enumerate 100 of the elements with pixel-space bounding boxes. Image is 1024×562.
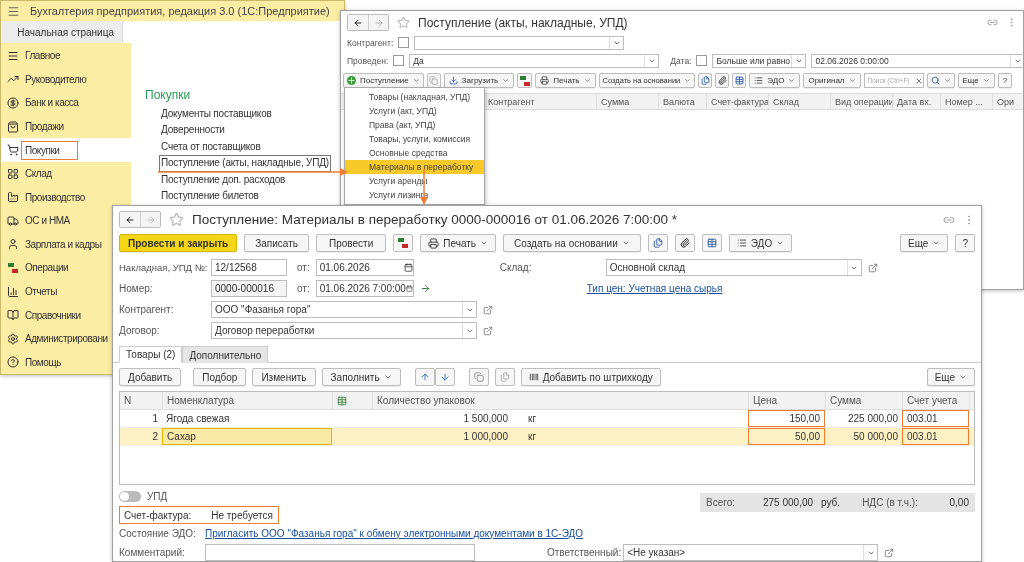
print-button[interactable]: Печать bbox=[420, 234, 496, 252]
field-label: Ответственный: bbox=[547, 547, 622, 558]
date-time-field[interactable]: 01.06.2026 7:00:00 bbox=[315, 280, 414, 297]
column-header[interactable]: Ори bbox=[992, 94, 1023, 110]
more-button[interactable]: Еще bbox=[900, 234, 949, 252]
fill-button[interactable]: Заполнить bbox=[321, 368, 401, 386]
invite-link[interactable]: Пригласить ООО "Фазанья гора" к обмену электронными документами в 1С-ЭДО bbox=[205, 527, 584, 539]
sidebar-item[interactable]: Операции bbox=[1, 256, 73, 280]
column-header[interactable]: Счет-фактура bbox=[706, 94, 768, 110]
menu-item[interactable]: Товары, услуги, комиссия bbox=[345, 132, 484, 146]
table-cell-text: 1 500,000 bbox=[462, 412, 509, 426]
window-title: Бухгалтерия предприятия, редакция 3.0 (1С:Предприятие) bbox=[30, 5, 330, 17]
sidebar-item[interactable]: Администрировани bbox=[1, 326, 112, 351]
save-button[interactable]: Записать bbox=[244, 234, 309, 252]
date-field[interactable]: 02.06.2026 0:00:00 bbox=[811, 53, 1023, 68]
nav-link[interactable]: Поступление (акты, накладные, УПД) bbox=[159, 155, 331, 172]
condition-field[interactable]: Больше или равно bbox=[712, 53, 807, 68]
table-cell: 150,00 bbox=[748, 410, 825, 427]
nav-link[interactable]: Поступление доп. расходов bbox=[159, 171, 288, 188]
field-label: от: bbox=[297, 262, 310, 273]
column-header[interactable]: N bbox=[120, 392, 162, 409]
print-button[interactable]: Печать bbox=[535, 73, 596, 88]
table-cell: 003.01 bbox=[902, 410, 969, 427]
edo-button[interactable]: ЭДО bbox=[749, 73, 801, 88]
table-cell: 50,00 bbox=[748, 428, 825, 445]
column-header[interactable]: Сумма bbox=[825, 392, 902, 409]
counterparty-field[interactable]: ООО "Фазанья гора" bbox=[211, 301, 477, 318]
sidebar-item[interactable]: ОС и НМА bbox=[1, 209, 74, 233]
column-header[interactable]: Склад bbox=[768, 94, 830, 110]
sidebar-item[interactable]: Продажи bbox=[1, 114, 68, 139]
edo-button[interactable]: ЭДО bbox=[728, 234, 793, 252]
vat-value: 0,00 bbox=[949, 497, 969, 508]
tab[interactable]: Товары (2) bbox=[119, 346, 183, 363]
column-header[interactable]: Номер ... bbox=[940, 94, 992, 110]
more-button[interactable]: Еще bbox=[957, 73, 995, 88]
original-button[interactable]: Оригинал bbox=[803, 73, 861, 88]
barcode-button[interactable]: Добавить по штрихкоду bbox=[520, 368, 661, 386]
column-header[interactable]: Количество упаковок bbox=[372, 392, 512, 409]
toggle-label: УПД bbox=[147, 491, 168, 502]
based-on-button[interactable]: Создать на основании bbox=[503, 234, 641, 252]
table-cell-text: 2 bbox=[151, 430, 159, 444]
sidebar-item[interactable]: Производство bbox=[1, 185, 89, 210]
column-header[interactable]: Цена bbox=[748, 392, 825, 409]
date-field[interactable]: 01.06.2026 bbox=[315, 259, 414, 276]
load-button[interactable]: Загрузить bbox=[443, 73, 515, 88]
field-label: Контрагент: bbox=[119, 304, 175, 315]
nav-link[interactable]: Доверенности bbox=[159, 122, 227, 139]
menu-item[interactable]: Товары (накладная, УПД) bbox=[345, 90, 484, 104]
nav-link[interactable]: Поступление билетов bbox=[159, 187, 261, 205]
warehouse-field[interactable]: Основной склад bbox=[605, 259, 862, 276]
field-label: Состояние ЭДО: bbox=[119, 527, 197, 539]
sidebar-item[interactable]: Справочники bbox=[1, 303, 85, 327]
post-and-close-button[interactable]: Провести и закрыть bbox=[119, 234, 238, 252]
menu-item[interactable]: Права (акт, УПД) bbox=[345, 118, 484, 132]
post-button[interactable]: Провести bbox=[316, 234, 387, 252]
sidebar-item[interactable]: Руководителю bbox=[1, 67, 91, 92]
table-cell-text: 50 000,00 bbox=[852, 430, 899, 444]
total-value: 275 000,00 bbox=[763, 497, 814, 508]
field-label: Склад: bbox=[499, 262, 533, 273]
add-button[interactable]: Добавить bbox=[119, 368, 182, 386]
sidebar-item[interactable]: Банк и касса bbox=[1, 91, 83, 115]
tab[interactable]: Дополнительно bbox=[182, 346, 269, 363]
table-cell-text: 1 bbox=[151, 412, 159, 426]
menu-item[interactable]: Основные средства bbox=[345, 146, 484, 160]
home-tab[interactable]: Начальная страница bbox=[1, 21, 123, 43]
sidebar-item[interactable]: Помощь bbox=[1, 350, 65, 374]
sidebar-item[interactable]: Отчеты bbox=[1, 279, 61, 304]
table-cell-text: кг bbox=[527, 430, 538, 444]
nav-link[interactable]: Счета от поставщиков bbox=[159, 138, 263, 156]
pick-button[interactable]: Подбор bbox=[193, 368, 247, 386]
column-header[interactable]: Счет учета bbox=[902, 392, 969, 409]
menu-item[interactable]: Материалы в переработку bbox=[345, 160, 484, 174]
contract-field[interactable]: Договор переработки bbox=[211, 322, 477, 339]
vat-label: НДС (в т.ч.): bbox=[862, 497, 918, 508]
more-button[interactable]: Еще bbox=[926, 368, 975, 386]
menu-item[interactable]: Услуги (акт, УПД) bbox=[345, 104, 484, 118]
field-label: Накладная, УПД №: bbox=[119, 262, 205, 273]
help-button[interactable]: ? bbox=[997, 73, 1013, 88]
sidebar-item[interactable]: Покупки bbox=[1, 138, 131, 162]
posted-field[interactable]: Да bbox=[409, 53, 660, 68]
table-cell-text: 1 000,000 bbox=[462, 430, 509, 444]
invoice-status: Счет-фактура: Не требуется bbox=[119, 506, 279, 524]
table-cell[interactable]: Сахар bbox=[162, 428, 332, 445]
column-header[interactable]: Валюта bbox=[658, 94, 706, 110]
invoice-number-field[interactable]: 12/12568 bbox=[211, 259, 287, 276]
number-field[interactable]: 0000-000016 bbox=[211, 280, 287, 297]
help-button[interactable]: ? bbox=[955, 234, 975, 252]
column-header[interactable]: Дата вх. bbox=[892, 94, 940, 110]
table-cell-text: 225 000,00 bbox=[846, 412, 899, 426]
column-header[interactable]: Сумма bbox=[596, 94, 658, 110]
table-cell[interactable]: Ягода свежая bbox=[162, 410, 332, 427]
nav-link[interactable]: Документы поставщиков bbox=[159, 106, 274, 123]
sidebar-item[interactable]: Зарплата и кадры bbox=[1, 232, 106, 257]
edit-button[interactable]: Изменить bbox=[252, 368, 316, 386]
sidebar-item[interactable]: Главное bbox=[1, 44, 65, 68]
column-header[interactable]: Номенклатура bbox=[162, 392, 332, 409]
field-label: от: bbox=[297, 283, 310, 294]
field-label: Номер: bbox=[119, 283, 154, 294]
sidebar-item[interactable]: Склад bbox=[1, 161, 56, 186]
responsible-field[interactable]: <Не указан> bbox=[623, 544, 879, 561]
